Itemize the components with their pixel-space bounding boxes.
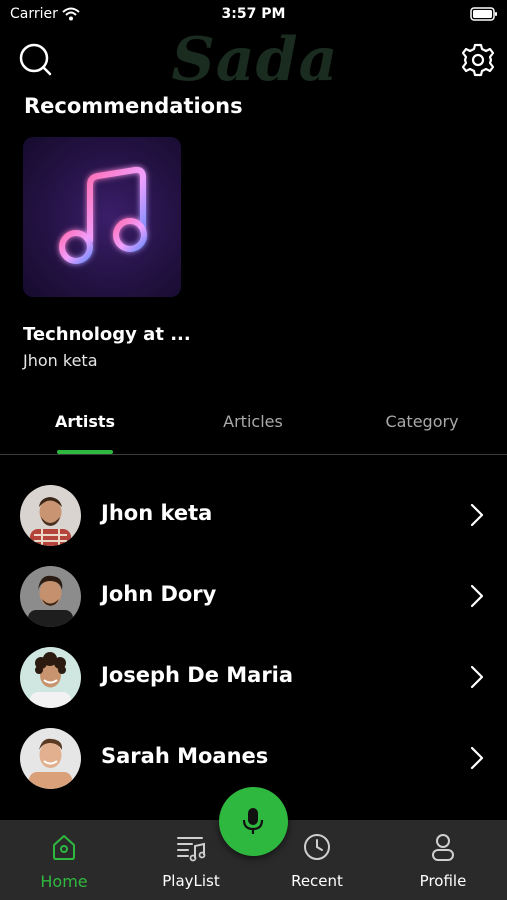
clock-icon xyxy=(304,834,330,860)
playlist-icon xyxy=(177,837,206,862)
chevron-right-icon xyxy=(470,746,484,770)
artist-name: Sarah Moanes xyxy=(101,744,269,768)
search-icon xyxy=(19,43,52,76)
user-icon xyxy=(432,834,454,861)
chevron-right-icon xyxy=(470,503,484,527)
nav-profile-label: Profile xyxy=(419,872,467,890)
nav-playlist-label: PlayList xyxy=(162,872,220,890)
nav-profile[interactable]: Profile xyxy=(397,820,489,900)
search-button[interactable] xyxy=(16,40,56,80)
recommendations-title: Recommendations xyxy=(24,94,243,118)
nav-home-label: Home xyxy=(40,872,88,891)
gear-icon xyxy=(461,43,495,77)
content-tabs: Artists Articles Category xyxy=(0,400,507,455)
recommendation-card[interactable] xyxy=(23,137,181,297)
home-icon xyxy=(53,835,75,860)
music-note-icon xyxy=(59,166,147,264)
battery-icon xyxy=(470,6,498,25)
artist-name: Jhon keta xyxy=(101,501,213,525)
microphone-button[interactable] xyxy=(219,787,288,856)
artist-name: John Dory xyxy=(101,582,217,606)
tab-articles[interactable]: Articles xyxy=(203,412,303,431)
album-art xyxy=(23,137,181,297)
artist-row[interactable]: Jhon keta xyxy=(0,475,507,555)
nav-recent-label: Recent xyxy=(291,872,343,890)
avatar xyxy=(20,566,81,627)
nav-home[interactable]: Home xyxy=(18,820,110,900)
app-logo: Sada xyxy=(171,25,339,95)
recommendation-artist: Jhon keta xyxy=(23,351,98,370)
status-bar: Carrier 3:57 PM xyxy=(0,0,507,28)
artist-row[interactable]: Joseph De Maria xyxy=(0,637,507,717)
artist-row[interactable]: John Dory xyxy=(0,556,507,636)
chevron-right-icon xyxy=(470,665,484,689)
artist-row[interactable]: Sarah Moanes xyxy=(0,718,507,798)
app-header: Sada xyxy=(0,28,507,92)
recommendation-title[interactable]: Technology at ... xyxy=(23,324,191,345)
artist-name: Joseph De Maria xyxy=(101,663,294,687)
chevron-right-icon xyxy=(470,584,484,608)
avatar xyxy=(20,485,81,546)
avatar xyxy=(20,728,81,789)
tab-artists[interactable]: Artists xyxy=(40,412,130,431)
tab-category[interactable]: Category xyxy=(372,412,472,431)
active-tab-indicator xyxy=(57,450,113,454)
settings-button[interactable] xyxy=(458,40,498,80)
microphone-icon xyxy=(242,808,264,834)
avatar xyxy=(20,647,81,708)
status-time: 3:57 PM xyxy=(221,6,286,22)
